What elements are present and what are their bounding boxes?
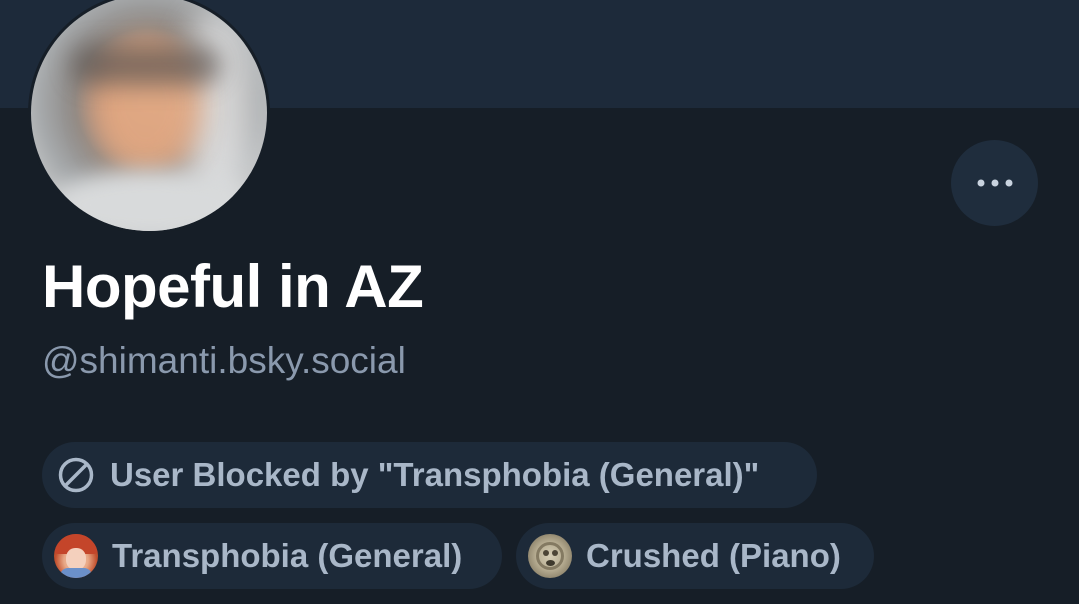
more-options-button[interactable] — [951, 140, 1038, 226]
avatar-image — [31, 0, 267, 231]
ellipsis-icon — [977, 179, 1013, 187]
profile-page: Hopeful in AZ @shimanti.bsky.social User… — [0, 0, 1079, 604]
labeler-avatar-icon — [54, 534, 98, 578]
ban-icon — [58, 457, 94, 493]
blocked-by-list-notice[interactable]: User Blocked by "Transphobia (General)" — [42, 442, 817, 508]
moderation-label-crushed[interactable]: Crushed (Piano) — [516, 523, 874, 589]
profile-avatar[interactable] — [28, 0, 270, 234]
moderation-label-text: Transphobia (General) — [112, 537, 463, 574]
blocked-notice-text: User Blocked by "Transphobia (General)" — [110, 456, 760, 493]
display-name: Hopeful in AZ — [42, 253, 424, 320]
labeler-avatar-icon — [528, 534, 572, 578]
profile-handle[interactable]: @shimanti.bsky.social — [42, 340, 406, 382]
moderation-label-transphobia[interactable]: Transphobia (General) — [42, 523, 502, 589]
moderation-label-text: Crushed (Piano) — [586, 537, 841, 574]
